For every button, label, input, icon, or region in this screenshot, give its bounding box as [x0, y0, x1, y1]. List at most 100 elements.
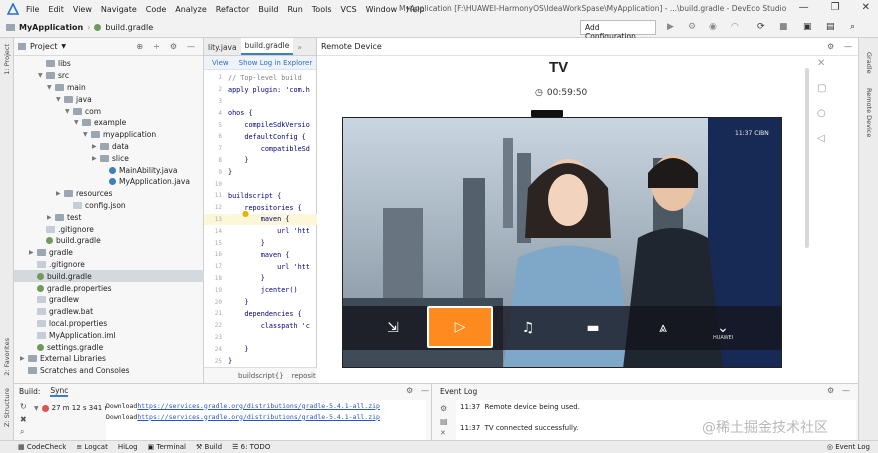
tree-item[interactable]: ▼ example — [14, 117, 204, 129]
tree-expand-icon[interactable]: ▶ — [92, 143, 100, 150]
tree-expand-icon[interactable]: ▼ — [74, 119, 82, 126]
editor-breadcrumb-item[interactable]: reposit — [292, 372, 316, 380]
log-link[interactable]: https://services.gradle.org/distribution… — [137, 413, 380, 421]
menu-item-window[interactable]: Window — [366, 5, 398, 14]
panel-hide-icon[interactable]: — — [844, 42, 852, 51]
tree-item[interactable]: ▼ myapplication — [14, 129, 204, 141]
menu-item-tools[interactable]: Tools — [312, 5, 332, 14]
remote-device-tool-tab[interactable]: Remote Device — [865, 88, 873, 137]
status-logcat[interactable]: ≡ Logcat — [76, 443, 108, 451]
sync-icon[interactable]: ⟳ — [757, 22, 765, 32]
menu-item-build[interactable]: Build — [258, 5, 278, 14]
tree-item[interactable]: .gitignore — [14, 223, 204, 235]
tree-item[interactable]: config.json — [14, 200, 204, 212]
build-task-row[interactable]: ▼ 27 m 12 s 341 ms — [34, 404, 115, 412]
breadcrumb-project[interactable]: MyApplication — [19, 23, 83, 32]
debug-icon[interactable]: ⚙ — [688, 22, 696, 32]
event-settings-icon[interactable]: ⚙ — [440, 404, 447, 413]
tv-video-play-icon[interactable]: ▷ — [427, 306, 493, 348]
tree-item[interactable]: local.properties — [14, 318, 204, 330]
stop-icon[interactable]: ■ — [779, 22, 788, 32]
home-circle-icon[interactable]: ○ — [817, 108, 826, 119]
tree-item[interactable]: Scratches and Consoles — [14, 365, 204, 377]
hide-icon[interactable]: — — [187, 42, 195, 51]
remote-device-scrollbar[interactable] — [805, 68, 809, 248]
notice-view-link[interactable]: View — [212, 59, 229, 67]
menu-item-run[interactable]: Run — [287, 5, 302, 14]
tree-expand-icon[interactable]: ▶ — [20, 355, 28, 362]
search-icon[interactable]: ⌕ — [850, 22, 855, 32]
tree-expand-icon[interactable]: ▼ — [38, 72, 46, 79]
tree-item[interactable]: libs — [14, 58, 204, 70]
menu-item-analyze[interactable]: Analyze — [175, 5, 207, 14]
add-configuration-button[interactable]: Add Configuration... — [580, 20, 656, 41]
log-link[interactable]: https://services.gradle.org/distribution… — [137, 402, 380, 410]
build-gear-icon[interactable]: ⚙ — [406, 386, 413, 395]
event-gear-icon[interactable]: ⚙ — [827, 386, 834, 395]
tree-item[interactable]: gradle.properties — [14, 282, 204, 294]
structure-tool-tab[interactable]: Z: Structure — [3, 388, 11, 427]
notice-show-log-link[interactable]: Show Log in Explorer — [239, 59, 313, 67]
locate-icon[interactable]: ⊕ — [136, 42, 143, 51]
profile-icon[interactable]: ◉ — [709, 22, 717, 32]
gradle-tool-tab[interactable]: Gradle — [865, 52, 873, 74]
tree-item[interactable]: MyApplication.iml — [14, 329, 204, 341]
tree-expand-icon[interactable]: ▶ — [92, 155, 100, 162]
code-lines[interactable]: 1 // Top-level build 2 apply plugin: 'com.h… — [204, 72, 317, 367]
menu-item-refactor[interactable]: Refactor — [216, 5, 250, 14]
attach-icon[interactable]: ◠ — [731, 22, 739, 32]
menu-item-code[interactable]: Code — [146, 5, 166, 14]
build-output[interactable]: Download https://services.gradle.org/dis… — [106, 400, 426, 440]
build-filter-icon[interactable]: ⌕ — [20, 427, 24, 437]
editor-breadcrumb-item[interactable]: buildscript{} — [238, 372, 284, 380]
breadcrumb-file[interactable]: build.gradle — [105, 23, 153, 32]
tv-camera-icon[interactable]: ▬ — [573, 312, 613, 344]
tree-expand-icon[interactable]: ▼ — [56, 96, 64, 103]
tab-build-gradle[interactable]: build.gradle — [240, 38, 294, 55]
expand-arrow-icon[interactable]: ▼ — [34, 405, 39, 412]
close-device-icon[interactable]: ✕ — [817, 58, 826, 69]
tree-item[interactable]: ▼ main — [14, 82, 204, 94]
tree-item[interactable]: settings.gradle — [14, 341, 204, 353]
tree-item[interactable]: ▶ test — [14, 211, 204, 223]
tree-item[interactable]: ▶ gradle — [14, 247, 204, 259]
menu-item-vcs[interactable]: VCS — [341, 5, 357, 14]
build-hide-icon[interactable]: — — [421, 386, 429, 395]
build-stop-icon[interactable]: ✖ — [20, 415, 27, 424]
tree-item[interactable]: ▶ External Libraries — [14, 353, 204, 365]
menu-item-navigate[interactable]: Navigate — [101, 5, 137, 14]
status-terminal[interactable]: ▣ Terminal — [148, 443, 186, 451]
panel-gear-icon[interactable]: ⚙ — [827, 42, 834, 51]
status-codecheck[interactable]: ▦ CodeCheck — [18, 443, 66, 451]
tree-expand-icon[interactable]: ▼ — [83, 131, 91, 138]
build-restart-icon[interactable]: ↻ — [20, 402, 27, 411]
tv-education-icon[interactable]: ⩓ — [643, 312, 683, 344]
status-build[interactable]: ⚒ Build — [196, 443, 222, 451]
settings-gear-icon[interactable]: ⚙ — [170, 42, 177, 51]
tree-expand-icon[interactable]: ▶ — [47, 214, 55, 221]
status-todo[interactable]: ☰ 6: TODO — [232, 443, 270, 451]
close-button[interactable]: ✕ — [862, 2, 870, 13]
tv-screen[interactable]: 11:37 CIBN ⇲ ▷ ♫ ▬ ⩓ ⌄ HUAWEI — [342, 117, 782, 368]
event-clear-icon[interactable]: ▤ — [440, 417, 448, 426]
back-triangle-icon[interactable]: ◁ — [817, 133, 826, 144]
tree-item[interactable]: gradlew — [14, 294, 204, 306]
menu-item-view[interactable]: View — [73, 5, 92, 14]
project-view-selector[interactable]: Project — [30, 42, 57, 51]
status-event-log[interactable]: ◎ Event Log — [827, 443, 870, 451]
tv-music-icon[interactable]: ♫ — [508, 312, 548, 344]
sdk-manager-icon[interactable]: ▤ — [826, 22, 835, 32]
restore-button[interactable]: ❐ — [831, 2, 840, 13]
tree-item[interactable]: ▶ resources — [14, 188, 204, 200]
menu-item-edit[interactable]: Edit — [48, 5, 64, 14]
tree-item[interactable]: .gitignore — [14, 259, 204, 271]
favorites-tool-tab[interactable]: 2: Favorites — [3, 338, 11, 376]
tree-item[interactable]: gradlew.bat — [14, 306, 204, 318]
status-hilog[interactable]: HiLog — [118, 443, 138, 451]
project-tool-tab[interactable]: 1: Project — [3, 44, 11, 75]
tree-item[interactable]: ▼ java — [14, 93, 204, 105]
tab-ability-java[interactable]: lity.java — [204, 40, 241, 55]
event-hide-icon[interactable]: — — [842, 386, 850, 395]
tree-expand-icon[interactable]: ▼ — [47, 84, 55, 91]
minimize-button[interactable]: — — [799, 2, 809, 13]
